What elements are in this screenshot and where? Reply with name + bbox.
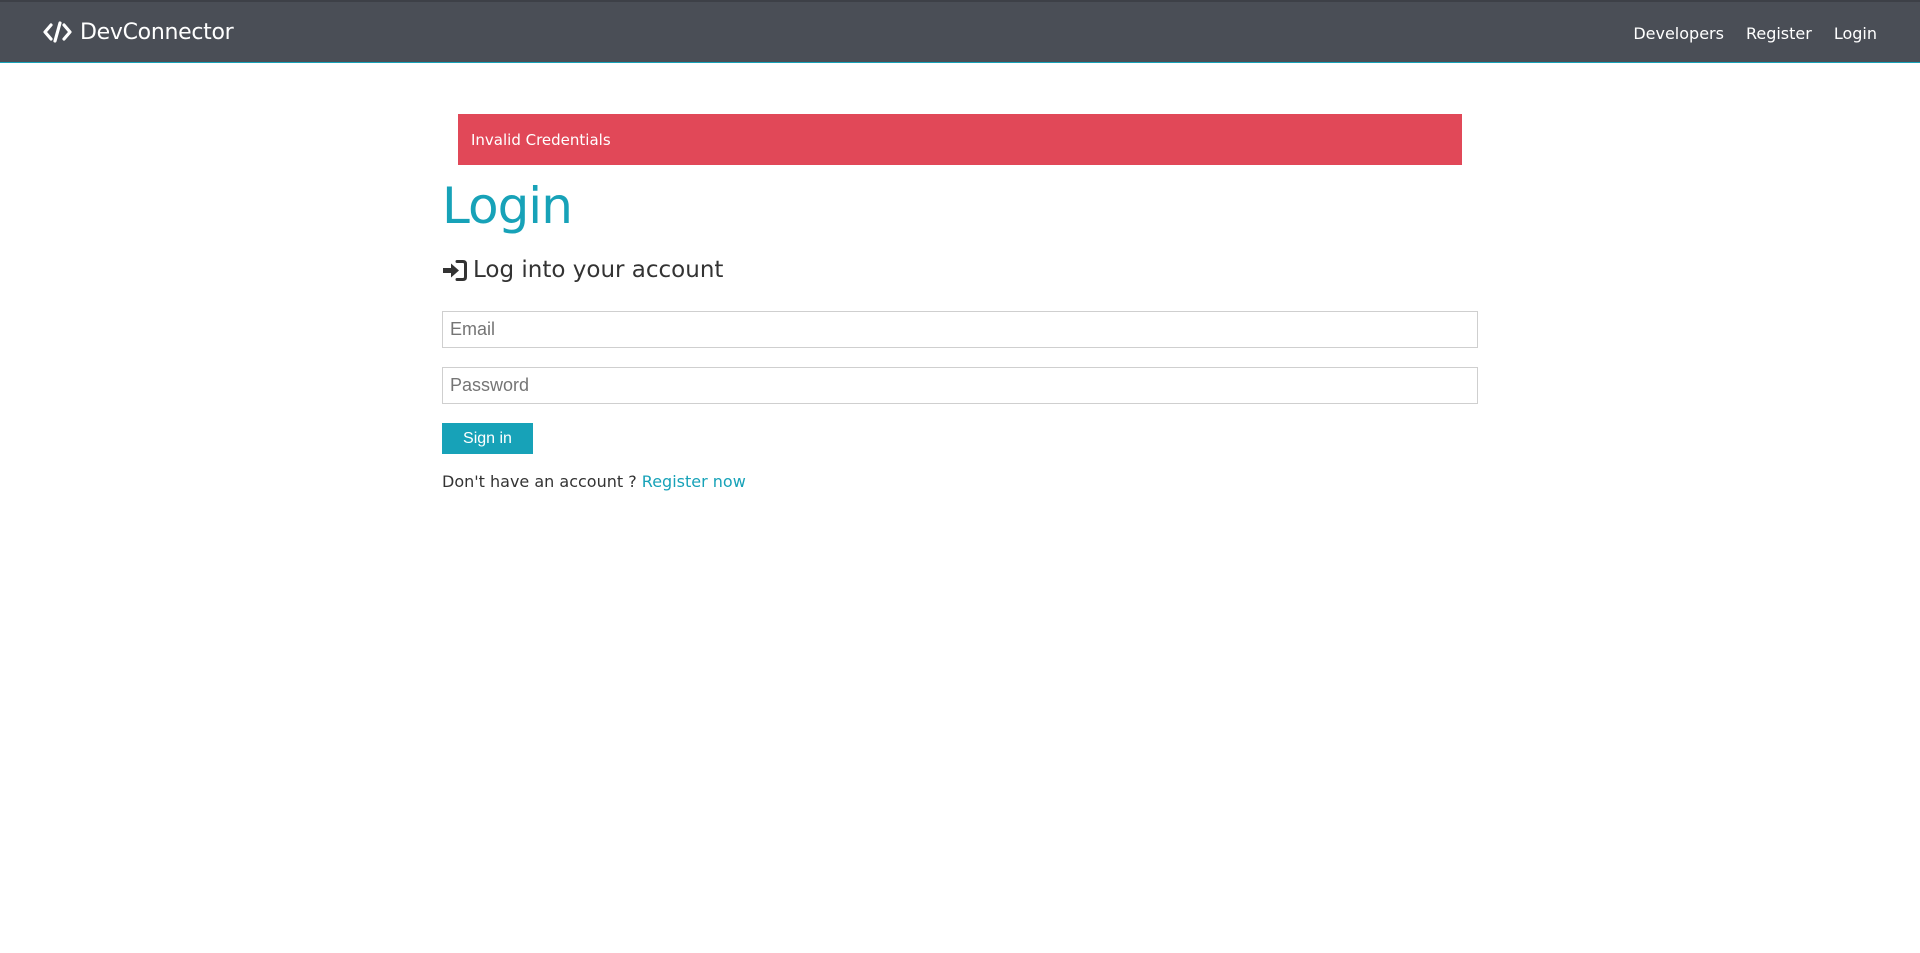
register-now-link[interactable]: Register now <box>642 472 746 491</box>
code-icon <box>43 21 72 43</box>
error-alert: Invalid Credentials <box>458 114 1462 165</box>
brand-link[interactable]: DevConnector <box>43 19 234 45</box>
password-input[interactable] <box>442 367 1478 404</box>
page-title: Login <box>442 177 573 235</box>
nav-link-register[interactable]: Register <box>1746 24 1812 43</box>
email-input[interactable] <box>442 311 1478 348</box>
lead-text: Log into your account <box>442 257 723 283</box>
nav-link-developers[interactable]: Developers <box>1633 24 1724 43</box>
nav-links: Developers Register Login <box>1633 24 1877 43</box>
brand-name: DevConnector <box>80 19 234 45</box>
lead-label: Log into your account <box>473 257 724 283</box>
nav-link-login[interactable]: Login <box>1834 24 1877 43</box>
sign-in-icon <box>443 259 467 281</box>
register-prompt: Don't have an account ? <box>442 472 637 491</box>
navbar: DevConnector Developers Register Login <box>0 0 1920 63</box>
register-prompt-line: Don't have an account ? Register now <box>442 472 746 491</box>
sign-in-button[interactable]: Sign in <box>442 423 533 454</box>
